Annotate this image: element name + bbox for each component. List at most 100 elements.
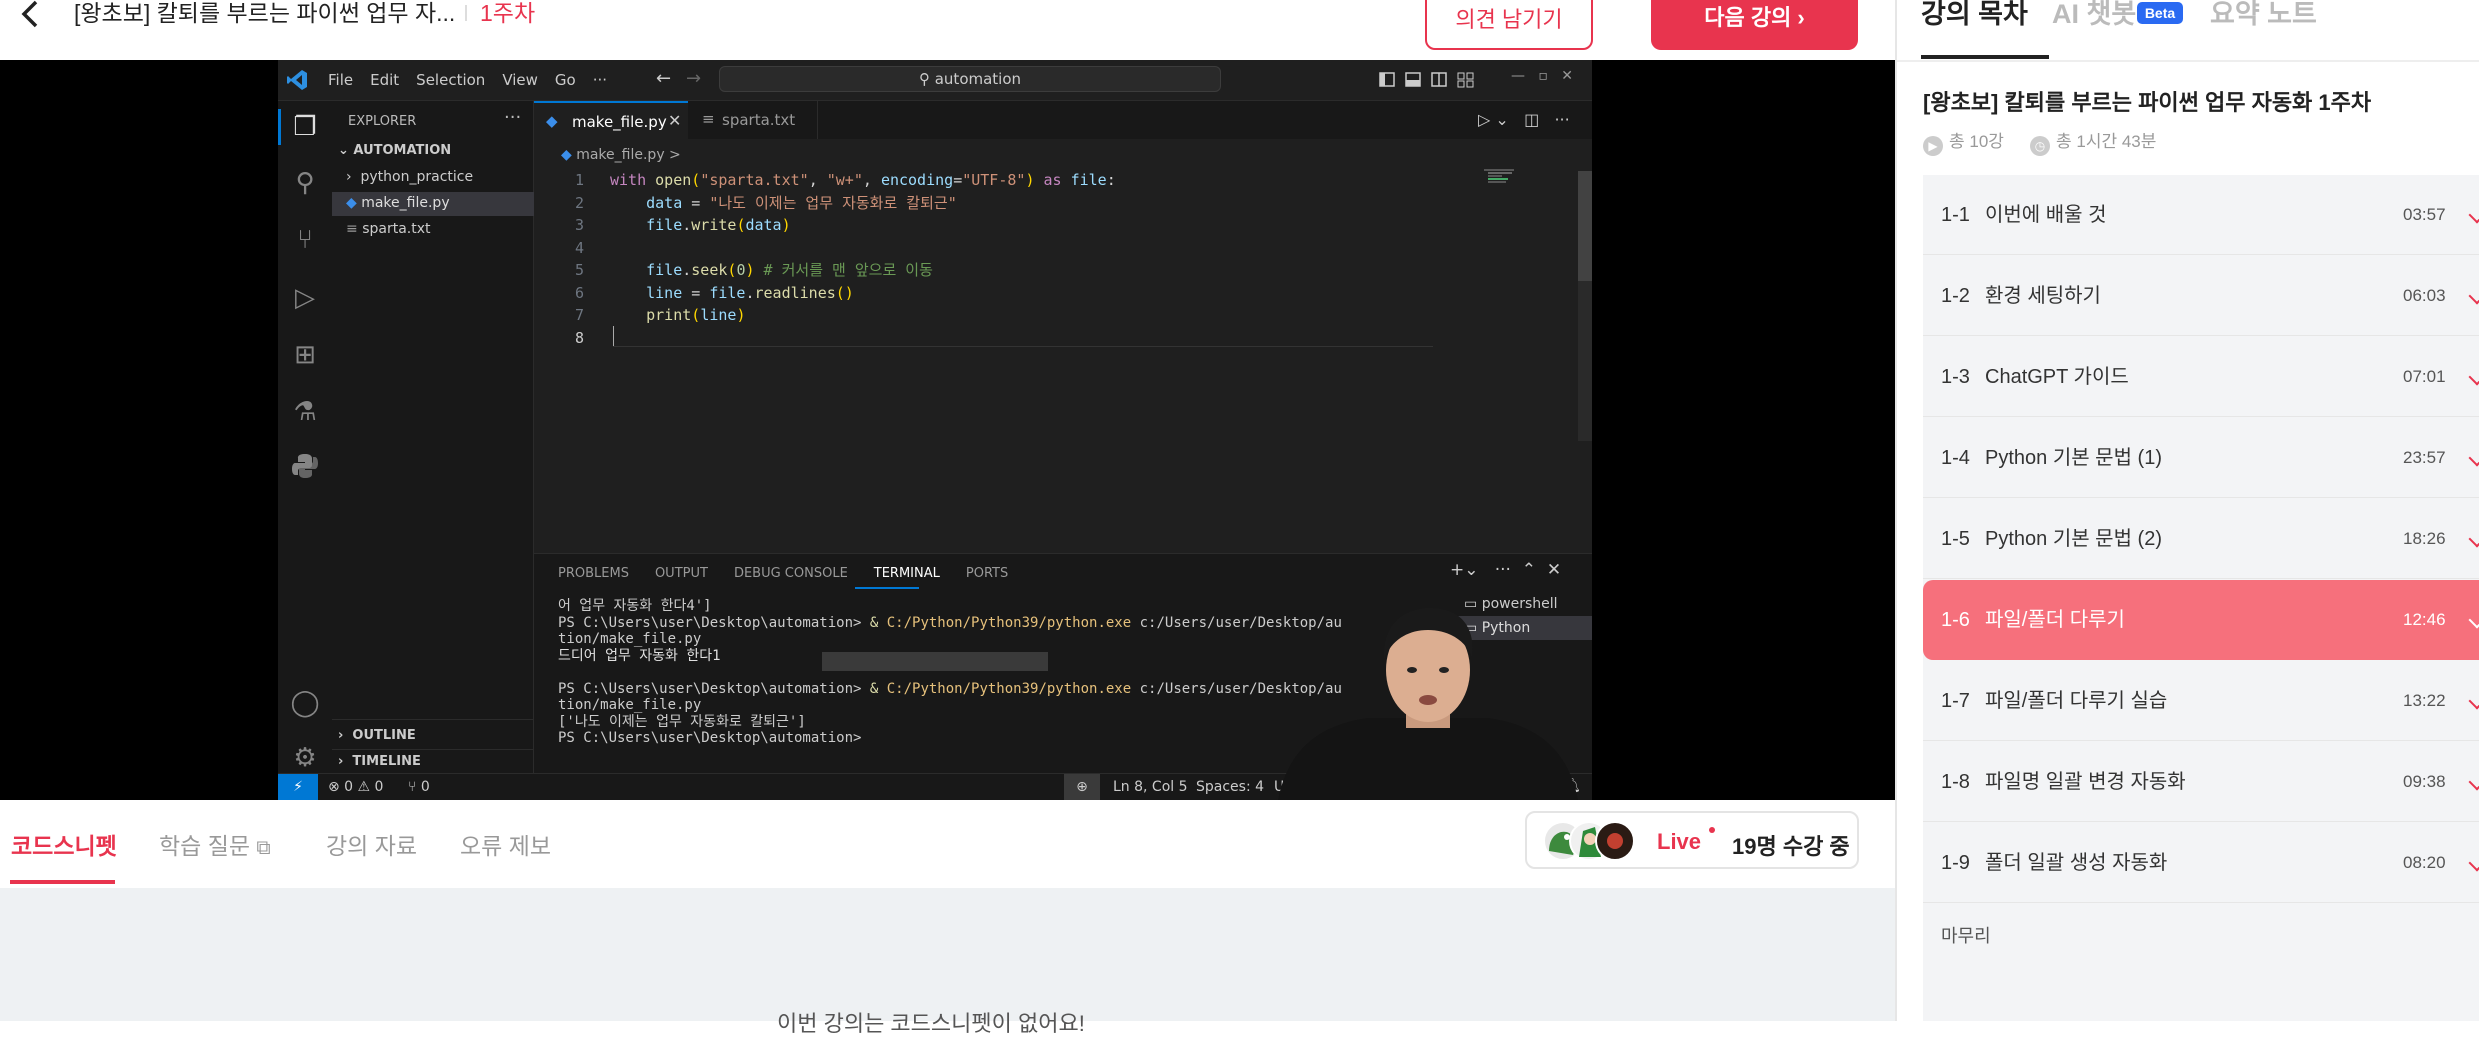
close-icon[interactable]: ✕ <box>1547 560 1561 580</box>
lesson-item[interactable]: 1-3 ChatGPT 가이드 07:01 <box>1923 337 2479 417</box>
zoom-icon[interactable]: ⊕ <box>1064 774 1100 800</box>
lesson-title: Python 기본 문법 (2) <box>1985 528 2162 550</box>
menu-edit[interactable]: Edit <box>370 71 399 89</box>
lesson-item[interactable]: 1-5 Python 기본 문법 (2) 18:26 <box>1923 499 2479 579</box>
more-icon[interactable]: ··· <box>1495 560 1511 580</box>
code-line[interactable]: 5 file.seek(0) # 커서를 맨 앞으로 이동 <box>534 259 1434 281</box>
outline-section[interactable]: › OUTLINE <box>338 728 416 743</box>
menu-selection[interactable]: Selection <box>416 71 485 89</box>
settings-gear-icon[interactable]: ⚙ <box>288 741 322 775</box>
back-arrow-icon[interactable] <box>16 0 56 30</box>
terminal-token: PS C:\Users\user\Desktop\automation> <box>558 680 870 697</box>
line-number: 3 <box>574 216 584 234</box>
tab-problems[interactable]: PROBLEMS <box>558 566 629 581</box>
tab-make-file[interactable]: ◆ make_file.py ✕ <box>534 101 688 139</box>
tab-learning-question[interactable]: 학습 질문 ⧉ <box>159 827 271 861</box>
viewer-count: 19명 수강 중 <box>1732 834 1850 859</box>
lesson-list: 1-1 이번에 배울 것 03:57 1-2 환경 세팅하기 06:03 1-3 ChatGP… <box>1923 175 2479 1021</box>
code-token: = <box>682 283 710 302</box>
lesson-item[interactable]: 1-1 이번에 배울 것 03:57 <box>1923 175 2479 255</box>
terminal-line: ['나도 이제는 업무 자동화로 칼퇴근'] <box>558 714 806 731</box>
account-icon[interactable]: ◯ <box>288 686 322 720</box>
menu-go[interactable]: Go <box>555 71 576 89</box>
explorer-more-icon[interactable]: ··· <box>504 107 521 128</box>
folder-automation[interactable]: ⌄ AUTOMATION <box>338 143 451 158</box>
lesson-item[interactable]: 1-6 파일/폴더 다루기 12:46 <box>1923 580 2479 660</box>
tab-lecture-materials[interactable]: 강의 자료 <box>326 827 417 861</box>
command-center-search[interactable]: ⚲ automation <box>719 66 1221 92</box>
code-line[interactable]: 3 file.write(data) <box>534 214 1434 236</box>
file-make-file[interactable]: ◆ make_file.py <box>346 195 450 211</box>
python-icon[interactable] <box>288 452 322 486</box>
more-icon[interactable]: ··· <box>1554 110 1569 129</box>
terminal-line: PS C:\Users\user\Desktop\automation> & C… <box>558 615 1342 632</box>
tab-debug-console[interactable]: DEBUG CONSOLE <box>734 566 848 581</box>
lesson-item[interactable]: 1-2 환경 세팅하기 06:03 <box>1923 256 2479 336</box>
minimap[interactable] <box>1484 169 1524 183</box>
lesson-item[interactable]: 1-7 파일/폴더 다루기 실습 13:22 <box>1923 661 2479 741</box>
next-lecture-button[interactable]: 다음 강의 › <box>1651 0 1858 50</box>
tab-ports[interactable]: PORTS <box>966 566 1008 581</box>
tab-error-report[interactable]: 오류 제보 <box>460 827 551 861</box>
code-line[interactable]: 2 data = "나도 이제는 업무 자동화로 칼퇴근" <box>534 192 1434 214</box>
lesson-item[interactable]: 1-9 폴더 일괄 생성 자동화 08:20 <box>1923 823 2479 903</box>
nav-forward-icon[interactable]: → <box>686 68 701 89</box>
timeline-section[interactable]: › TIMELINE <box>338 754 421 769</box>
menu-view[interactable]: View <box>502 71 538 89</box>
breadcrumb[interactable]: ◆ make_file.py > <box>561 147 681 163</box>
close-icon[interactable]: ✕ <box>668 111 681 130</box>
maximize-icon[interactable]: ⌃ <box>1522 560 1536 580</box>
extensions-icon[interactable]: ⊞ <box>288 338 322 372</box>
editor-actions[interactable]: ▷ ⌄ ◫ ··· <box>1478 110 1570 129</box>
panel-actions[interactable]: +⌄ ··· ⌃ ✕ <box>1450 560 1561 580</box>
check-icon <box>2468 611 2479 629</box>
scrollbar-thumb[interactable] <box>1578 171 1592 281</box>
code-line[interactable]: 4 <box>534 237 1434 259</box>
lesson-item[interactable]: 1-8 파일명 일괄 변경 자동화 09:38 <box>1923 742 2479 822</box>
menu-file[interactable]: File <box>328 71 353 89</box>
run-icon[interactable]: ▷ ⌄ <box>1478 110 1509 129</box>
search-icon[interactable]: ⚲ <box>288 166 322 200</box>
file-sparta-txt[interactable]: ≡ sparta.txt <box>346 221 431 237</box>
lesson-item-wrapup[interactable]: 마무리 <box>1941 922 1991 948</box>
ports-status[interactable]: ⑂ 0 <box>408 779 430 795</box>
remote-icon[interactable]: ⚡ <box>278 774 318 800</box>
total-time: ◷ 총 1시간 43분 <box>2030 127 2156 156</box>
code-token: "UTF-8" <box>962 171 1026 189</box>
nav-back-icon[interactable]: ← <box>656 68 671 89</box>
folder-python-practice[interactable]: › python_practice <box>346 169 473 185</box>
window-controls[interactable]: — ▫ ✕ <box>1511 68 1573 84</box>
tab-terminal[interactable]: TERMINAL <box>874 566 940 581</box>
tab-output[interactable]: OUTPUT <box>655 566 708 581</box>
menu-more[interactable]: ··· <box>593 71 607 89</box>
panel-tabs: PROBLEMS OUTPUT DEBUG CONSOLE TERMINAL PORTS <box>558 566 1008 581</box>
tab-table-of-contents[interactable]: 강의 목차 <box>1921 0 2028 28</box>
code-line[interactable]: 1 with open("sparta.txt", "w+", encoding=… <box>534 169 1434 191</box>
video-player[interactable]: File Edit Selection View Go ··· ← → ⚲ automat… <box>0 60 1895 800</box>
lesson-item[interactable]: 1-4 Python 기본 문법 (1) 23:57 <box>1923 418 2479 498</box>
beta-badge: Beta <box>2137 2 2183 24</box>
code-line[interactable]: 6 line = file.readlines() <box>534 282 1434 304</box>
split-editor-icon[interactable]: ◫ <box>1524 110 1539 129</box>
lesson-number: 1-6 <box>1941 609 1970 631</box>
source-control-icon[interactable]: ⑂ <box>288 223 322 257</box>
run-debug-icon[interactable]: ▷ <box>288 281 322 315</box>
tab-code-snippet[interactable]: 코드스니펫 <box>11 827 117 861</box>
tab-summary-note[interactable]: 요약 노트 <box>2210 0 2317 28</box>
problems-status[interactable]: ⊗ 0 ⚠ 0 <box>328 779 383 795</box>
tab-sparta-txt[interactable]: ≡ sparta.txt <box>688 101 818 139</box>
indentation[interactable]: Spaces: 4 <box>1196 779 1264 795</box>
files-icon[interactable]: ❐ <box>288 110 322 144</box>
feedback-button[interactable]: 의견 남기기 <box>1425 0 1593 50</box>
editor-area: ◆ make_file.py ✕ ≡ sparta.txt ▷ ⌄ ◫ ··· … <box>534 101 1592 553</box>
active-tab-underline <box>10 880 115 884</box>
code-line[interactable]: 7 print(line) <box>534 304 1434 326</box>
tab-ai-chatbot[interactable]: AI 챗봇 <box>2052 0 2136 28</box>
divider <box>332 719 534 720</box>
cursor-position[interactable]: Ln 8, Col 5 <box>1113 779 1188 795</box>
code-editor[interactable]: 1 with open("sparta.txt", "w+", encoding=… <box>534 169 1434 349</box>
code-token: : <box>1106 171 1116 189</box>
testing-icon[interactable]: ⚗ <box>288 395 322 429</box>
code-token: . <box>682 216 692 234</box>
new-terminal-icon[interactable]: +⌄ <box>1450 560 1479 580</box>
